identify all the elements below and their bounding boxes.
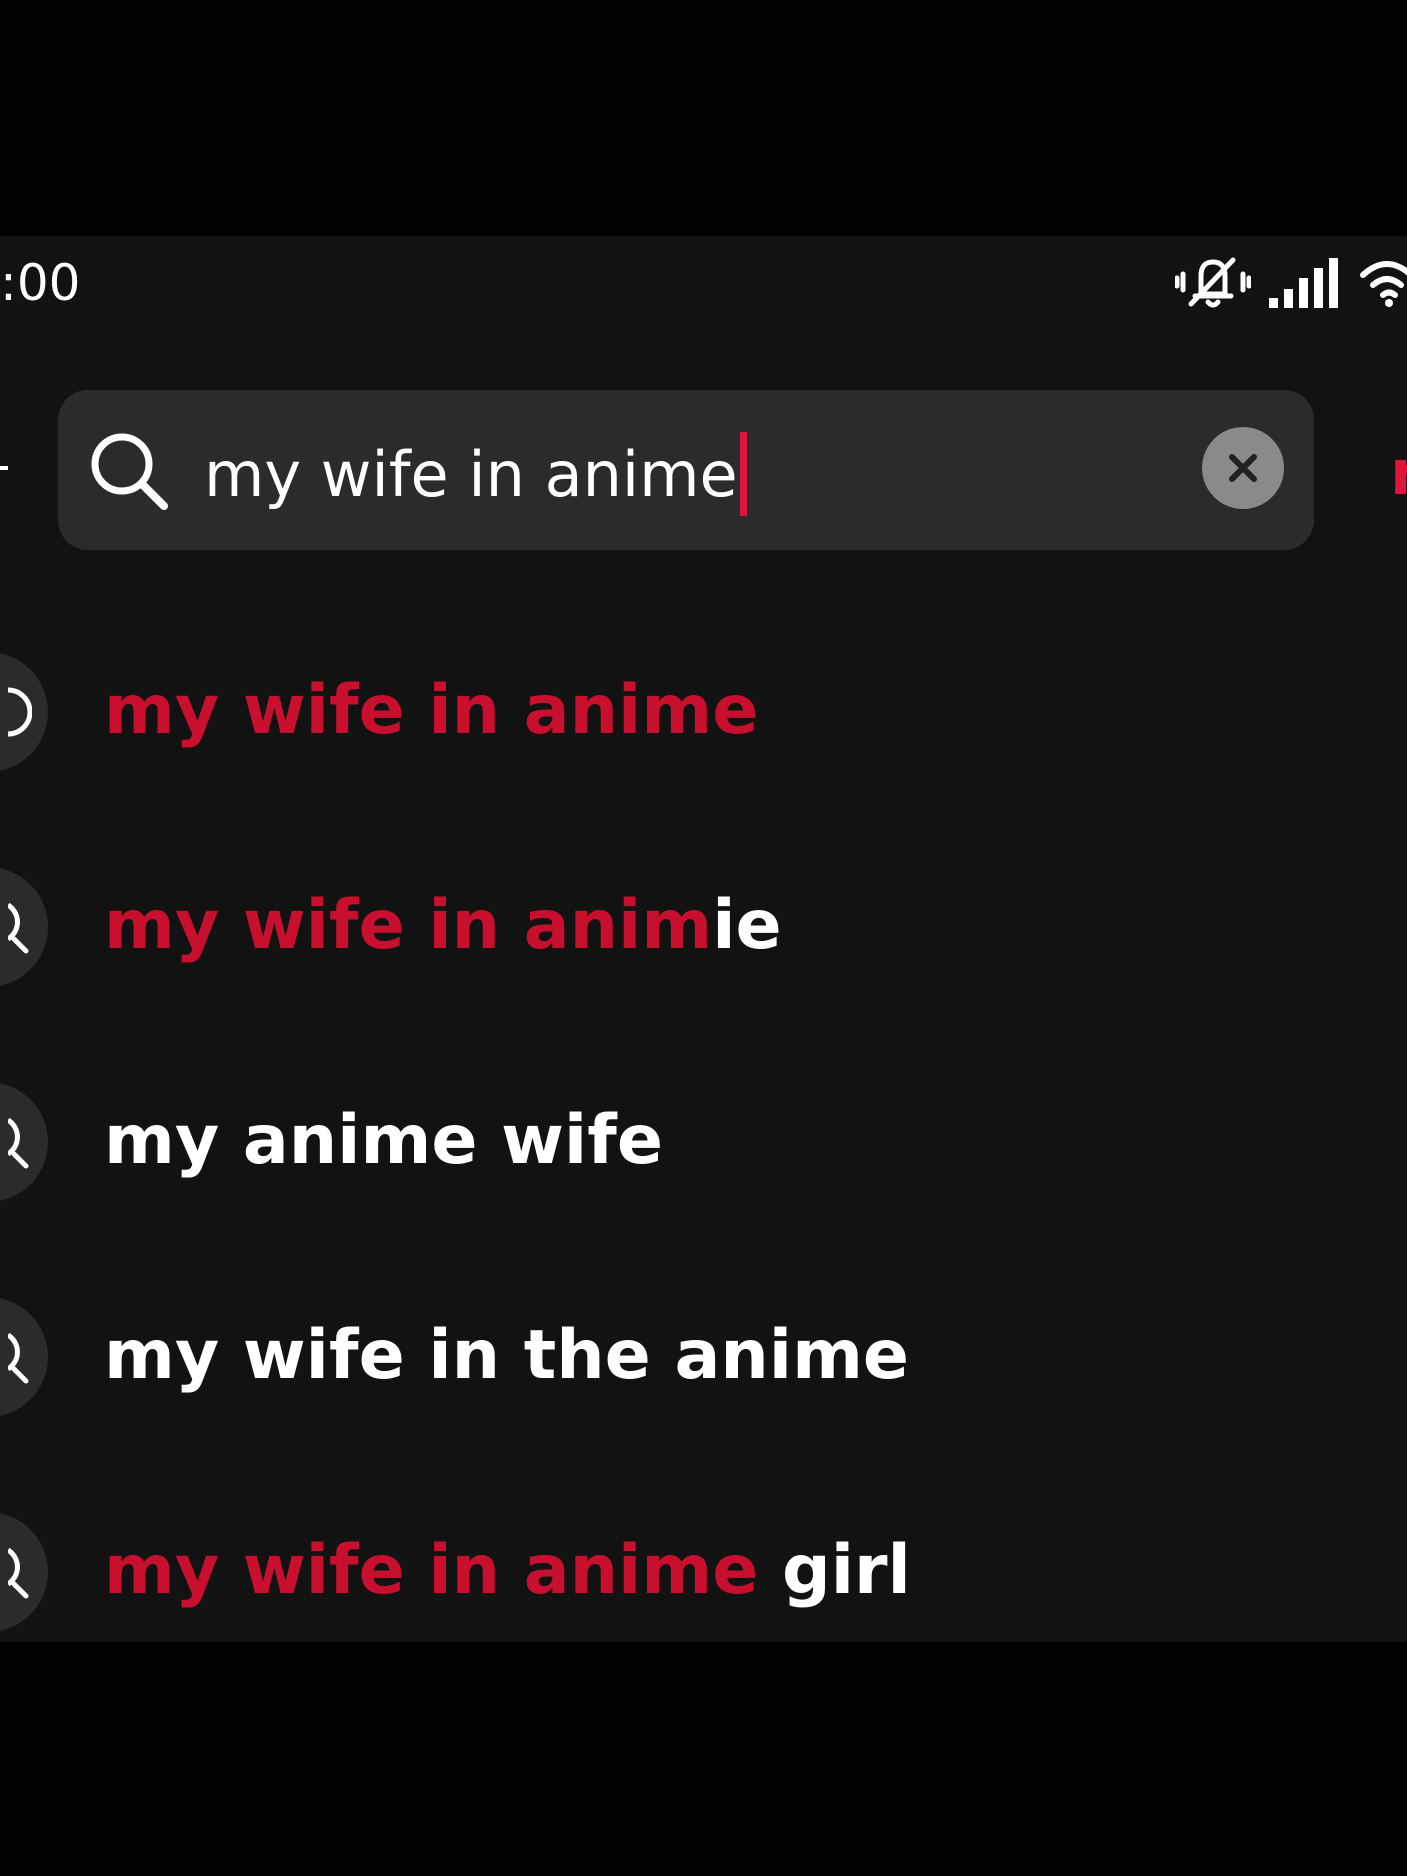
status-icons xyxy=(1175,250,1407,314)
suggestion-item[interactable]: my wife in anime girl xyxy=(0,1486,1407,1642)
suggestion-text: my wife in anime girl xyxy=(104,1531,911,1610)
search-screen: :00 my wife in anime r my wife in anime … xyxy=(0,236,1407,1642)
suggestion-item[interactable]: my wife in animie xyxy=(0,841,1407,1021)
signal-icon xyxy=(1269,256,1341,308)
search-icon xyxy=(0,1512,48,1632)
back-arrow-icon[interactable] xyxy=(0,466,8,470)
search-bar[interactable]: my wife in anime xyxy=(58,390,1314,550)
vibrate-off-icon xyxy=(1175,252,1251,312)
close-icon xyxy=(1229,454,1257,482)
wifi-icon xyxy=(1359,257,1407,307)
search-icon xyxy=(88,430,170,512)
history-icon xyxy=(0,652,48,772)
search-icon xyxy=(0,1297,48,1417)
suggestion-item[interactable]: my anime wife xyxy=(0,1056,1407,1236)
search-input[interactable]: my wife in anime xyxy=(204,424,747,524)
search-icon xyxy=(0,867,48,987)
suggestion-text: my anime wife xyxy=(104,1101,663,1180)
suggestion-text: my wife in the anime xyxy=(104,1316,910,1395)
text-caret xyxy=(739,432,747,516)
search-query-text: my wife in anime xyxy=(204,437,738,511)
search-submit-button[interactable]: r xyxy=(1390,448,1407,498)
suggestion-text: my wife in anime xyxy=(104,671,759,750)
suggestion-item[interactable]: my wife in the anime xyxy=(0,1271,1407,1451)
suggestion-item[interactable]: my wife in anime xyxy=(0,626,1407,806)
suggestion-text: my wife in animie xyxy=(104,886,782,965)
status-time: :00 xyxy=(0,254,81,312)
search-icon xyxy=(0,1082,48,1202)
clear-search-button[interactable] xyxy=(1202,427,1284,509)
